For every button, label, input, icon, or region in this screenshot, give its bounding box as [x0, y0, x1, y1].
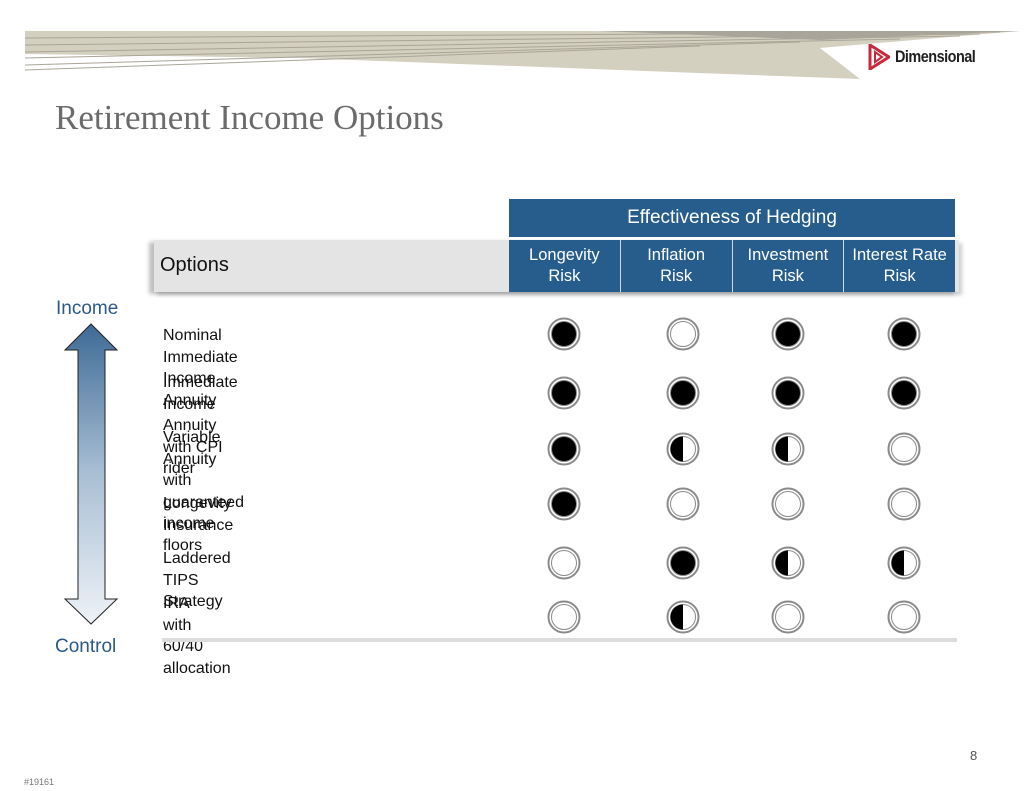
- dimensional-logo-icon: [868, 44, 890, 70]
- rating-empty-icon: [547, 546, 581, 580]
- brand-name: Dimensional: [895, 47, 976, 66]
- rating-empty-icon: [666, 487, 700, 521]
- rating-empty-icon: [771, 600, 805, 634]
- column-header-inflation-risk: Inflation Risk: [619, 240, 732, 292]
- rating-empty-icon: [887, 487, 921, 521]
- options-header-label: Options: [160, 254, 229, 276]
- column-header-longevity-risk: Longevity Risk: [509, 240, 620, 292]
- rating-full-icon: [666, 546, 700, 580]
- rating-half-icon: [771, 546, 805, 580]
- rating-full-icon: [887, 376, 921, 410]
- rating-half-icon: [666, 432, 700, 466]
- rating-empty-icon: [887, 600, 921, 634]
- document-id: #19161: [24, 777, 55, 787]
- rating-full-icon: [666, 376, 700, 410]
- table-bottom-rule: [162, 638, 957, 642]
- rating-empty-icon: [547, 600, 581, 634]
- rating-full-icon: [887, 317, 921, 351]
- rating-empty-icon: [771, 487, 805, 521]
- rating-empty-icon: [887, 432, 921, 466]
- rating-full-icon: [771, 317, 805, 351]
- column-header-investment-risk: Investment Risk: [731, 240, 844, 292]
- hedging-group-header: Effectiveness of Hedging: [509, 199, 955, 237]
- row-label-variable-annuity: Variable Annuity with guaranteed income …: [163, 429, 244, 554]
- dimensional-logo: Dimensional: [868, 44, 989, 70]
- rating-empty-icon: [666, 317, 700, 351]
- rating-full-icon: [771, 376, 805, 410]
- double-arrow-icon: [63, 323, 119, 625]
- axis-label-control: Control: [55, 636, 117, 657]
- column-header-interest-rate-risk: Interest Rate Risk: [843, 240, 955, 292]
- row-label-longevity-insurance: Longevity Insurance: [163, 495, 234, 534]
- rating-full-icon: [547, 432, 581, 466]
- rating-half-icon: [771, 432, 805, 466]
- rating-half-icon: [887, 546, 921, 580]
- rating-half-icon: [666, 600, 700, 634]
- risk-column-headers: Longevity Risk Inflation Risk Investment…: [509, 240, 955, 292]
- row-label-ira-60-40: IRA with 60/40 allocation: [163, 595, 231, 677]
- page-number: 8: [970, 748, 978, 763]
- rating-full-icon: [547, 376, 581, 410]
- page-title: Retirement Income Options: [55, 98, 444, 137]
- axis-label-income: Income: [56, 298, 119, 319]
- rating-full-icon: [547, 317, 581, 351]
- rating-full-icon: [547, 487, 581, 521]
